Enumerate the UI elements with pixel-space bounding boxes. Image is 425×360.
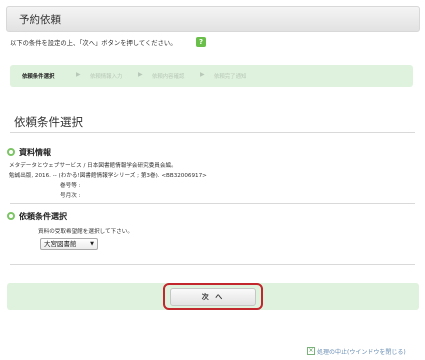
step-info-input: 依頼情報入力 — [90, 74, 123, 80]
dropdown-arrow-icon: ▼ — [90, 241, 94, 247]
bibliographic-line-2: 勉誠出版, 2016. -- (わかる!図書館情報学シリーズ ; 第3巻). <… — [9, 173, 207, 179]
section-divider — [10, 264, 415, 265]
pickup-instruction: 資料の受取希望館を選択して下さい。 — [38, 229, 133, 235]
step-complete-notice: 依頼完了通知 — [214, 74, 247, 80]
bullet-icon — [7, 148, 15, 156]
section-divider — [10, 132, 415, 133]
step-content-confirm: 依頼内容確認 — [152, 74, 185, 80]
material-info-heading: 資料情報 — [19, 148, 51, 157]
cancel-link[interactable]: 処理の中止(ウインドウを閉じる) — [317, 347, 406, 356]
next-button[interactable]: 次 へ — [170, 288, 256, 306]
issue-label: 号月次 : — [60, 193, 81, 199]
section-divider — [10, 203, 415, 204]
request-conditions-heading: 依頼条件選択 — [19, 212, 67, 221]
progress-steps: 依頼条件選択 ▶ 依頼情報入力 ▶ 依頼内容確認 ▶ 依頼完了通知 — [10, 65, 413, 87]
page-title: 予約依頼 — [19, 14, 61, 26]
pickup-library-select[interactable]: 大宮図書館 ▼ — [40, 238, 98, 250]
pickup-library-value: 大宮図書館 — [44, 240, 77, 248]
step-condition-select: 依頼条件選択 — [22, 74, 55, 80]
instruction-text: 以下の条件を設定の上、「次へ」ボタンを押してください。 — [10, 40, 177, 47]
step-arrow-icon: ▶ — [76, 71, 81, 78]
bullet-icon — [7, 212, 15, 220]
help-icon[interactable]: ? — [196, 37, 206, 47]
volume-label: 巻号等 : — [60, 183, 81, 189]
close-icon[interactable]: × — [307, 347, 315, 355]
section-title: 依頼条件選択 — [14, 115, 83, 129]
header-bar: 予約依頼 — [6, 6, 420, 32]
bibliographic-line-1: メタデータとウェブサービス / 日本図書館情報学会研究委員会編。 — [9, 163, 177, 169]
step-arrow-icon: ▶ — [200, 71, 205, 78]
step-arrow-icon: ▶ — [138, 71, 143, 78]
